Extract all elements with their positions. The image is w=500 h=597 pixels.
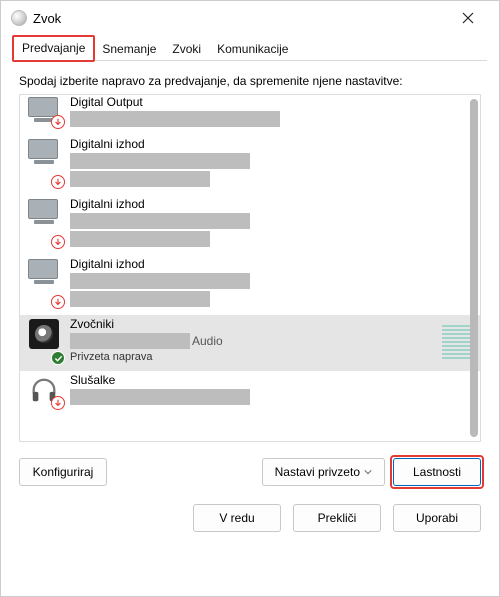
tab-sounds[interactable]: Zvoki xyxy=(164,38,209,61)
arrow-down-badge-icon xyxy=(51,235,65,249)
sound-dialog: Zvok Predvajanje Snemanje Zvoki Komunika… xyxy=(0,0,500,597)
dialog-footer: V redu Prekliči Uporabi xyxy=(1,496,499,544)
arrow-down-badge-icon xyxy=(51,115,65,129)
scrollbar[interactable] xyxy=(470,95,480,441)
device-desc-redacted xyxy=(70,333,190,349)
monitor-icon xyxy=(28,259,60,287)
device-list-panel: Digital Output Digitalni izhod xyxy=(19,94,481,442)
device-name: Digitalni izhod xyxy=(70,137,474,151)
arrow-down-badge-icon xyxy=(51,396,65,410)
device-item[interactable]: Digitalni izhod xyxy=(20,195,480,255)
device-actions-row: Konfiguriraj Nastavi privzeto Lastnosti xyxy=(1,442,499,496)
arrow-down-badge-icon xyxy=(51,295,65,309)
monitor-icon xyxy=(28,139,60,167)
device-name: Digitalni izhod xyxy=(70,197,474,211)
app-icon xyxy=(11,10,27,26)
device-item-selected[interactable]: Zvočniki Audio Privzeta naprava xyxy=(20,315,480,371)
device-name: Zvočniki xyxy=(70,317,474,331)
check-badge-icon xyxy=(51,351,65,365)
chevron-down-icon xyxy=(364,468,372,476)
set-default-button[interactable]: Nastavi privzeto xyxy=(262,458,385,486)
properties-button[interactable]: Lastnosti xyxy=(393,458,481,486)
device-name: Slušalke xyxy=(70,373,474,387)
apply-button[interactable]: Uporabi xyxy=(393,504,481,532)
device-item[interactable]: Digitalni izhod xyxy=(20,255,480,315)
tab-recording[interactable]: Snemanje xyxy=(94,38,164,61)
arrow-down-badge-icon xyxy=(51,175,65,189)
monitor-icon xyxy=(28,199,60,227)
tab-communications[interactable]: Komunikacije xyxy=(209,38,296,61)
device-desc-redacted xyxy=(70,389,250,405)
close-icon xyxy=(462,12,474,24)
device-item[interactable]: Digitalni izhod xyxy=(20,135,480,195)
device-list[interactable]: Digital Output Digitalni izhod xyxy=(20,95,480,441)
device-desc-redacted xyxy=(70,273,250,289)
scrollbar-thumb[interactable] xyxy=(470,99,478,437)
close-button[interactable] xyxy=(447,4,489,32)
device-desc-suffix: Audio xyxy=(190,334,223,348)
device-status-redacted xyxy=(70,171,210,187)
device-desc-redacted xyxy=(70,153,250,169)
tab-strip: Predvajanje Snemanje Zvoki Komunikacije xyxy=(1,35,499,61)
device-status: Privzeta naprava xyxy=(70,351,474,363)
device-status-redacted xyxy=(70,291,210,307)
device-status-redacted xyxy=(70,231,210,247)
instruction-text: Spodaj izberite napravo za predvajanje, … xyxy=(1,62,499,94)
ok-button[interactable]: V redu xyxy=(193,504,281,532)
configure-button[interactable]: Konfiguriraj xyxy=(19,458,107,486)
device-item[interactable]: Digital Output xyxy=(20,95,480,135)
speaker-icon xyxy=(29,319,59,349)
device-desc-redacted xyxy=(70,213,250,229)
device-desc-redacted xyxy=(70,111,280,127)
window-title: Zvok xyxy=(33,11,447,26)
tab-playback[interactable]: Predvajanje xyxy=(13,36,94,61)
device-item[interactable]: Slušalke xyxy=(20,371,480,416)
titlebar: Zvok xyxy=(1,1,499,35)
cancel-button[interactable]: Prekliči xyxy=(293,504,381,532)
device-name: Digital Output xyxy=(70,95,474,109)
device-name: Digitalni izhod xyxy=(70,257,474,271)
level-meter xyxy=(442,321,472,359)
